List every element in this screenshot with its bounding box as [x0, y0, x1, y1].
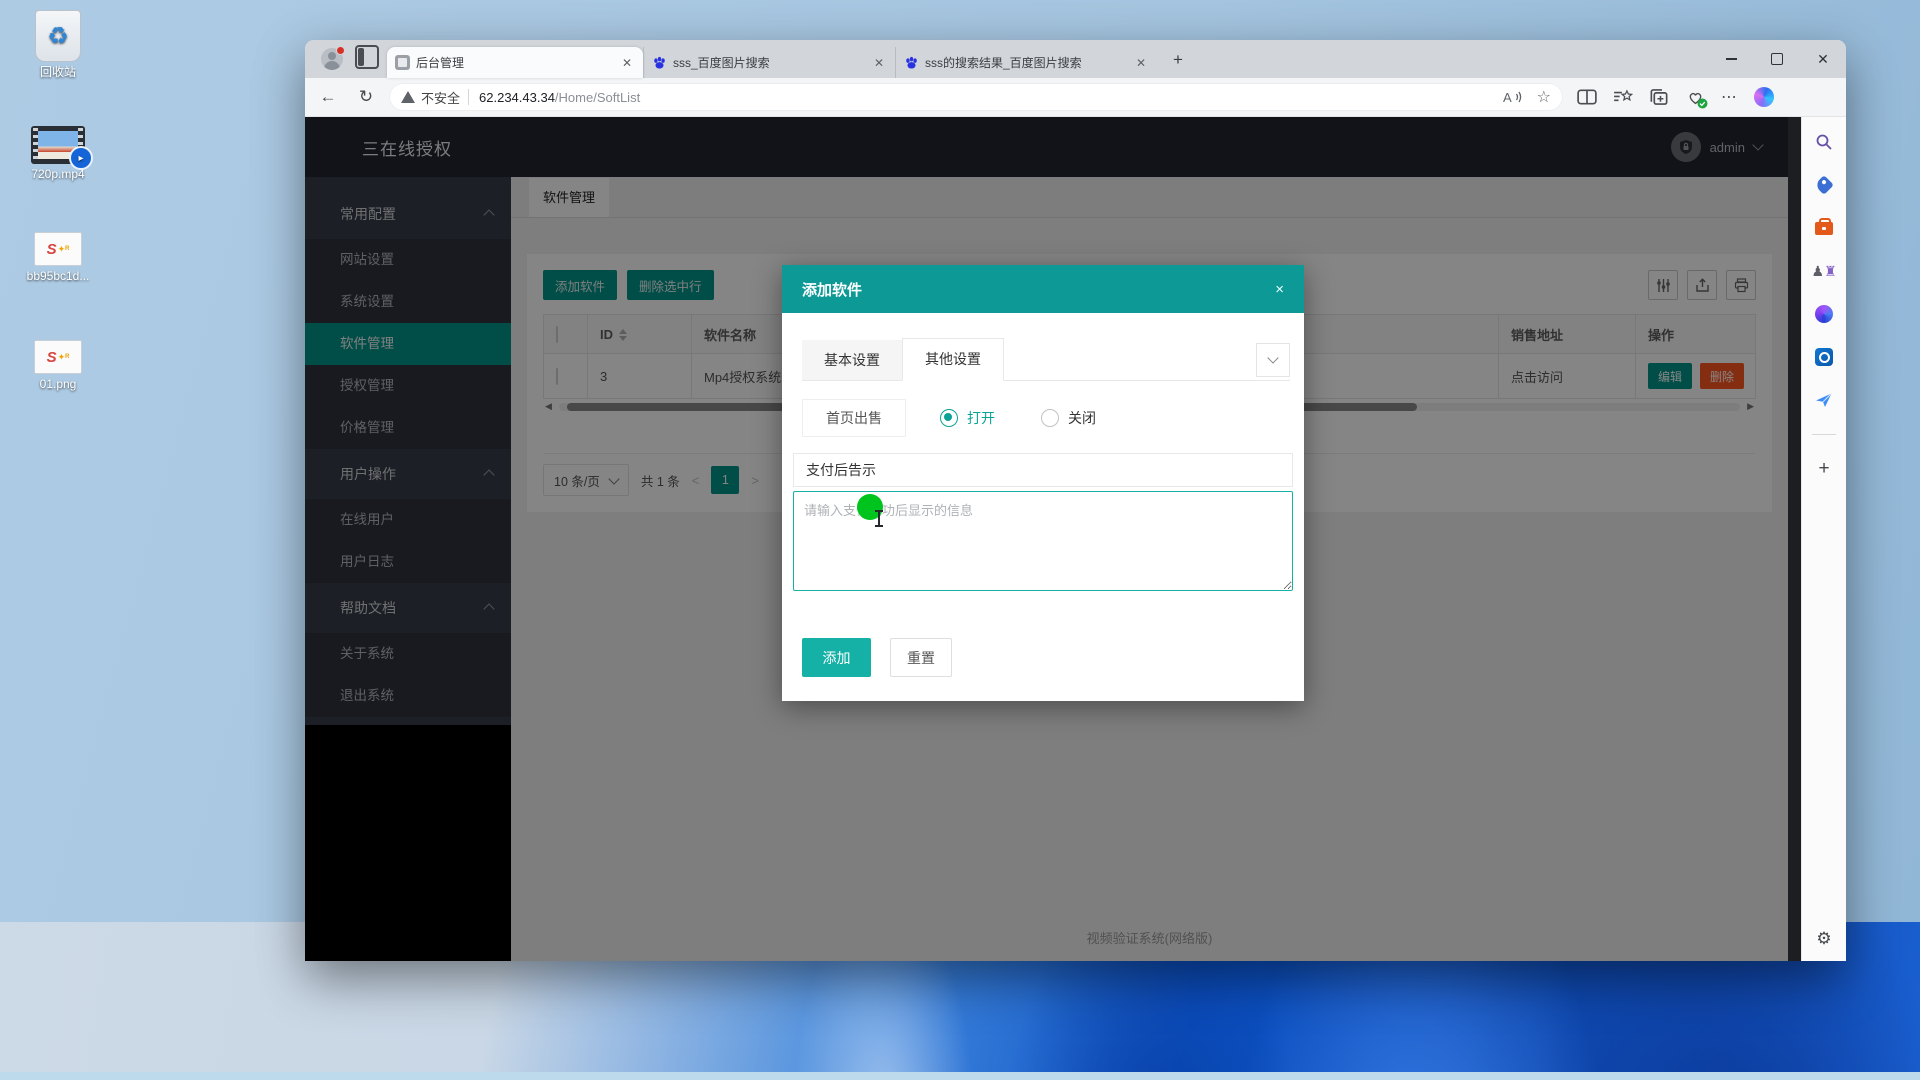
text-cursor-icon — [878, 511, 880, 526]
modal-tab-bar: 基本设置 其他设置 — [802, 339, 1290, 381]
desktop-icon-label: 720p.mp4 — [31, 168, 84, 181]
svg-text:A: A — [1503, 90, 1512, 105]
edge-sidebar: ♟♜ + ⚙ — [1801, 117, 1846, 961]
minimize-button[interactable] — [1708, 40, 1754, 78]
browser-essentials-icon[interactable] — [1685, 87, 1705, 107]
video-file-icon: ▸ — [31, 126, 85, 164]
desktop-icon-image-file-1[interactable]: S✦ᴿ bb95bc1d... — [10, 232, 106, 283]
desktop-icon-video-file[interactable]: ▸ 720p.mp4 — [10, 126, 106, 181]
page-scrollbar[interactable] — [1788, 117, 1801, 961]
tab-baidu-search[interactable]: sss_百度图片搜索 ✕ — [643, 47, 895, 78]
outlook-icon[interactable] — [1813, 346, 1835, 368]
tab-basic-settings[interactable]: 基本设置 — [802, 340, 902, 380]
sidebar-divider — [1812, 434, 1836, 435]
refresh-button[interactable]: ↻ — [351, 82, 381, 112]
games-icon[interactable]: ♟♜ — [1813, 260, 1835, 282]
tools-icon[interactable] — [1813, 217, 1835, 239]
url-path: /Home/SoftList — [555, 90, 640, 105]
page-favicon — [395, 55, 410, 70]
tab-other-settings[interactable]: 其他设置 — [902, 338, 1004, 381]
homepage-sale-label: 首页出售 — [802, 399, 906, 437]
add-sidebar-item-icon[interactable]: + — [1813, 458, 1835, 480]
window-controls: ✕ — [1708, 40, 1846, 78]
back-button[interactable]: ← — [313, 82, 343, 112]
add-software-modal: 添加软件 × 基本设置 其他设置 首页出售 打开 关闭 支付后告示 添加 重置 — [782, 265, 1304, 701]
radio-closed[interactable]: 关闭 — [1041, 408, 1096, 428]
submit-add-button[interactable]: 添加 — [802, 638, 871, 677]
security-label: 不安全 — [421, 88, 460, 107]
favorite-star-icon[interactable]: ☆ — [1537, 87, 1551, 107]
maximize-button[interactable] — [1754, 40, 1800, 78]
tab-title: 后台管理 — [416, 54, 613, 71]
browser-toolbar: ← ↻ 不安全 62.234.43.34 /Home/SoftList A ☆ … — [305, 78, 1846, 117]
url-host: 62.234.43.34 — [479, 90, 555, 105]
tab-title: sss的搜索结果_百度图片搜索 — [925, 54, 1127, 71]
not-secure-warning-icon — [401, 91, 415, 103]
collections-icon[interactable] — [1649, 87, 1669, 107]
copilot-icon[interactable] — [1754, 87, 1774, 107]
image-file-icon: S✦ᴿ — [34, 340, 82, 374]
recycle-bin-icon: ♻ — [35, 10, 81, 62]
workspaces-icon[interactable] — [355, 45, 379, 69]
tab-close-icon[interactable]: ✕ — [871, 56, 887, 70]
reset-button[interactable]: 重置 — [890, 638, 952, 677]
drop-icon[interactable] — [1813, 389, 1835, 411]
image-file-icon: S✦ᴿ — [34, 232, 82, 266]
tab-close-icon[interactable]: ✕ — [1133, 56, 1149, 70]
baidu-paw-icon — [904, 55, 919, 70]
modal-header: 添加软件 × — [782, 265, 1304, 313]
radio-selected-icon — [940, 409, 958, 427]
baidu-paw-icon — [652, 55, 667, 70]
tab-baidu-results[interactable]: sss的搜索结果_百度图片搜索 ✕ — [895, 47, 1157, 78]
chevron-down-icon — [1267, 352, 1278, 363]
homepage-sale-row: 首页出售 打开 关闭 — [802, 399, 1096, 437]
media-player-badge-icon: ▸ — [69, 146, 93, 170]
favorites-icon[interactable] — [1613, 87, 1633, 107]
desktop-icon-label: 01.png — [40, 378, 77, 391]
read-aloud-icon[interactable]: A — [1503, 87, 1523, 107]
desktop-icon-recycle-bin[interactable]: ♻ 回收站 — [10, 10, 106, 79]
microsoft-365-icon[interactable] — [1813, 303, 1835, 325]
taskbar-edge — [0, 1072, 1920, 1080]
tab-title: sss_百度图片搜索 — [673, 54, 865, 71]
settings-more-icon[interactable]: ⋯ — [1721, 87, 1738, 107]
tab-collapse-button[interactable] — [1256, 343, 1290, 377]
desktop-icon-image-file-2[interactable]: S✦ᴿ 01.png — [10, 340, 106, 391]
tab-admin[interactable]: 后台管理 ✕ — [387, 47, 643, 78]
modal-title: 添加软件 — [802, 279, 862, 300]
radio-open[interactable]: 打开 — [940, 408, 995, 428]
desktop-icon-label: 回收站 — [40, 66, 76, 79]
new-tab-button[interactable]: + — [1165, 47, 1191, 73]
modal-close-icon[interactable]: × — [1275, 281, 1284, 298]
radio-unselected-icon — [1041, 409, 1059, 427]
profile-notification-dot — [336, 46, 345, 55]
shopping-icon[interactable] — [1813, 174, 1835, 196]
browser-tab-strip: 后台管理 ✕ sss_百度图片搜索 ✕ sss的搜索结果_百度图片搜索 ✕ + … — [305, 40, 1846, 78]
settings-gear-icon[interactable]: ⚙ — [1802, 929, 1846, 949]
close-button[interactable]: ✕ — [1800, 40, 1846, 78]
address-bar[interactable]: 不安全 62.234.43.34 /Home/SoftList A ☆ — [389, 83, 1563, 111]
desktop-icon-label: bb95bc1d... — [27, 270, 90, 283]
split-screen-icon[interactable] — [1577, 87, 1597, 107]
tab-close-icon[interactable]: ✕ — [619, 56, 635, 70]
search-icon[interactable] — [1813, 131, 1835, 153]
admin-page: 三在线授权 admin 常用配置 网站设置 系统设置 — [305, 117, 1788, 961]
payment-notice-label: 支付后告示 — [793, 453, 1293, 487]
browser-window: 后台管理 ✕ sss_百度图片搜索 ✕ sss的搜索结果_百度图片搜索 ✕ + … — [305, 40, 1846, 961]
browser-profile-button[interactable] — [317, 44, 347, 74]
